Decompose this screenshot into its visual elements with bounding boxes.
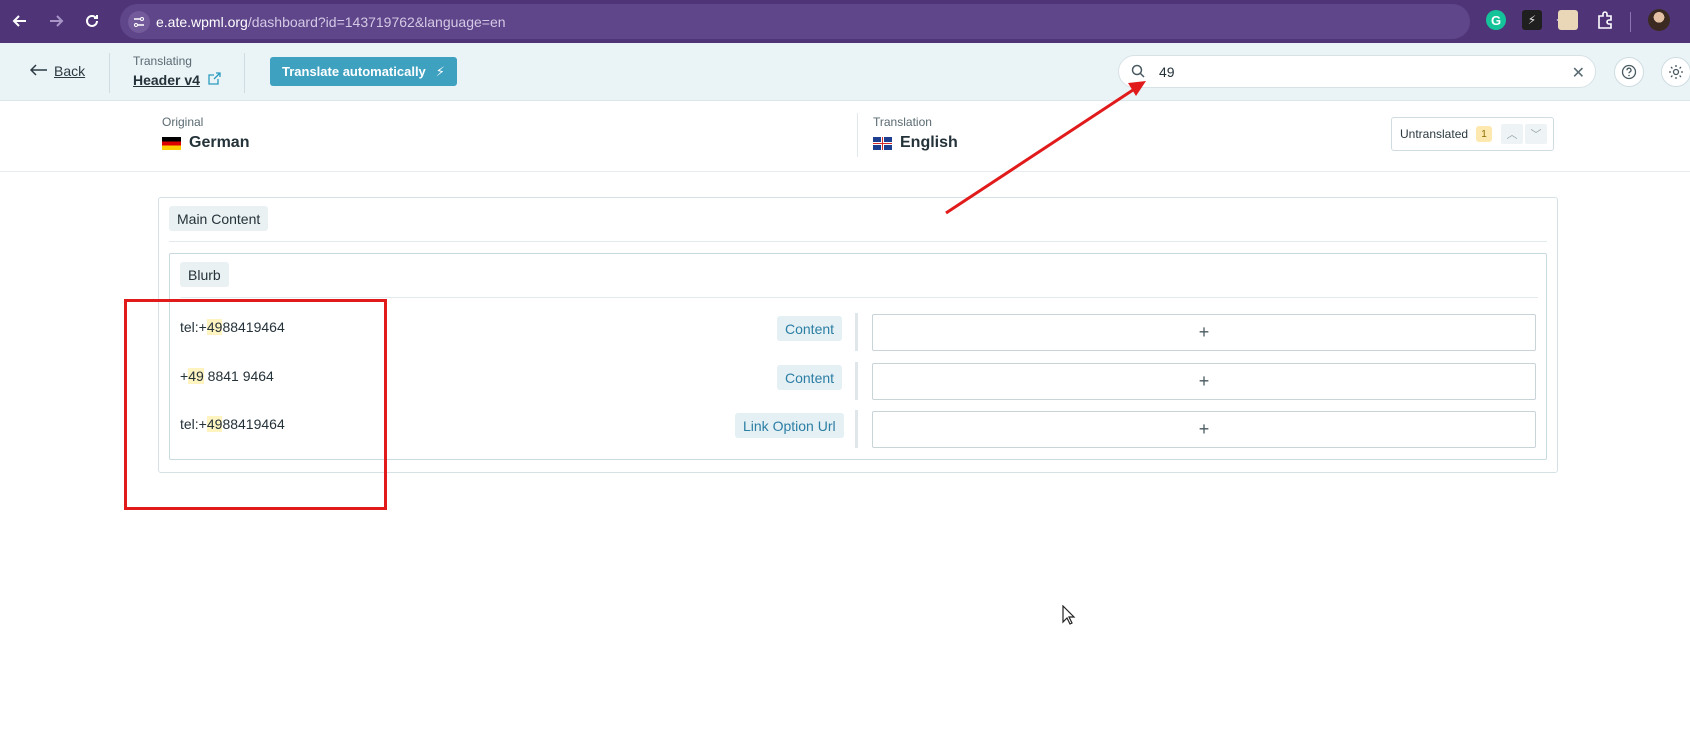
- browser-toolbar: e.ate.wpml.org/dashboard?id=143719762&la…: [0, 0, 1690, 43]
- external-link-icon[interactable]: [208, 72, 221, 88]
- puzzle-icon[interactable]: [1595, 10, 1615, 30]
- german-flag-icon: [162, 136, 181, 150]
- back-label: Back: [54, 63, 86, 79]
- search-box: ✕: [1118, 55, 1596, 88]
- grammarly-icon[interactable]: G: [1486, 10, 1506, 30]
- translate-automatically-button[interactable]: Translate automatically ⚡: [270, 57, 457, 86]
- settings-gear-icon[interactable]: [1661, 57, 1690, 87]
- untranslated-label: Untranslated: [1400, 127, 1469, 141]
- block-tag: Blurb: [180, 262, 229, 287]
- card-extension-icon[interactable]: [1558, 10, 1578, 30]
- field-type-tag: Content: [777, 365, 843, 390]
- untranslated-count-badge: 1: [1476, 126, 1493, 142]
- uk-flag-icon: [873, 136, 892, 150]
- toolbar-divider: [1630, 12, 1631, 32]
- left-arrow-icon: [29, 63, 48, 79]
- address-bar[interactable]: e.ate.wpml.org/dashboard?id=143719762&la…: [120, 4, 1574, 39]
- section-divider: [169, 241, 1547, 242]
- profile-avatar[interactable]: [1648, 9, 1670, 31]
- chevron-up-icon[interactable]: ︿: [1501, 124, 1523, 144]
- translate-automatically-label: Translate automatically: [282, 64, 426, 79]
- translating-label: Translating: [133, 54, 192, 68]
- annotation-rectangle: [124, 299, 387, 510]
- search-input[interactable]: [1159, 63, 1539, 81]
- editor-header: Back Translating Header v4 Translate aut…: [0, 43, 1690, 101]
- lightning-icon: ⚡: [435, 63, 445, 79]
- original-language: Original German: [162, 115, 249, 152]
- translation-label: Translation: [873, 115, 932, 129]
- section-tag: Main Content: [169, 206, 269, 231]
- language-divider: [857, 113, 858, 157]
- url-path: /dashboard?id=143719762&language=en: [247, 14, 506, 30]
- field-type-tag: Link Option Url: [735, 413, 844, 438]
- clear-search-icon[interactable]: ✕: [1572, 63, 1585, 83]
- reload-icon[interactable]: [80, 9, 104, 33]
- block-divider: [180, 297, 1538, 298]
- search-icon: [1131, 64, 1145, 83]
- column-divider: [855, 410, 858, 448]
- header-divider: [244, 53, 245, 93]
- translation-language: Translation English: [873, 115, 958, 152]
- site-settings-icon[interactable]: [128, 11, 150, 33]
- original-language-name: German: [189, 134, 250, 151]
- field-type-tag: Content: [777, 316, 843, 341]
- back-link[interactable]: Back: [29, 63, 86, 79]
- help-icon[interactable]: [1614, 57, 1644, 87]
- add-translation-icon: +: [1198, 371, 1210, 391]
- translation-language-name: English: [900, 134, 958, 151]
- column-divider: [855, 362, 858, 400]
- chevron-down-icon[interactable]: ﹀: [1525, 124, 1547, 144]
- column-divider: [855, 313, 858, 351]
- url-host: e.ate.wpml.org: [156, 14, 248, 30]
- back-arrow-icon[interactable]: [8, 9, 32, 33]
- original-label: Original: [162, 115, 204, 129]
- mouse-cursor-icon: [1062, 604, 1076, 630]
- add-translation-icon: +: [1198, 419, 1210, 439]
- untranslated-filter[interactable]: Untranslated 1 ︿ ﹀: [1391, 117, 1554, 151]
- document-name-link[interactable]: Header v4: [133, 72, 200, 88]
- translation-input[interactable]: +: [872, 411, 1536, 448]
- add-translation-icon: +: [1198, 322, 1210, 342]
- translation-input[interactable]: +: [872, 314, 1536, 351]
- header-divider: [109, 53, 110, 93]
- translation-input[interactable]: +: [872, 363, 1536, 400]
- forward-arrow-icon[interactable]: [44, 9, 68, 33]
- document-info: Translating Header v4: [133, 54, 221, 88]
- url-text: e.ate.wpml.org/dashboard?id=143719762&la…: [156, 14, 506, 30]
- bolt-extension-icon[interactable]: ⚡: [1522, 10, 1542, 30]
